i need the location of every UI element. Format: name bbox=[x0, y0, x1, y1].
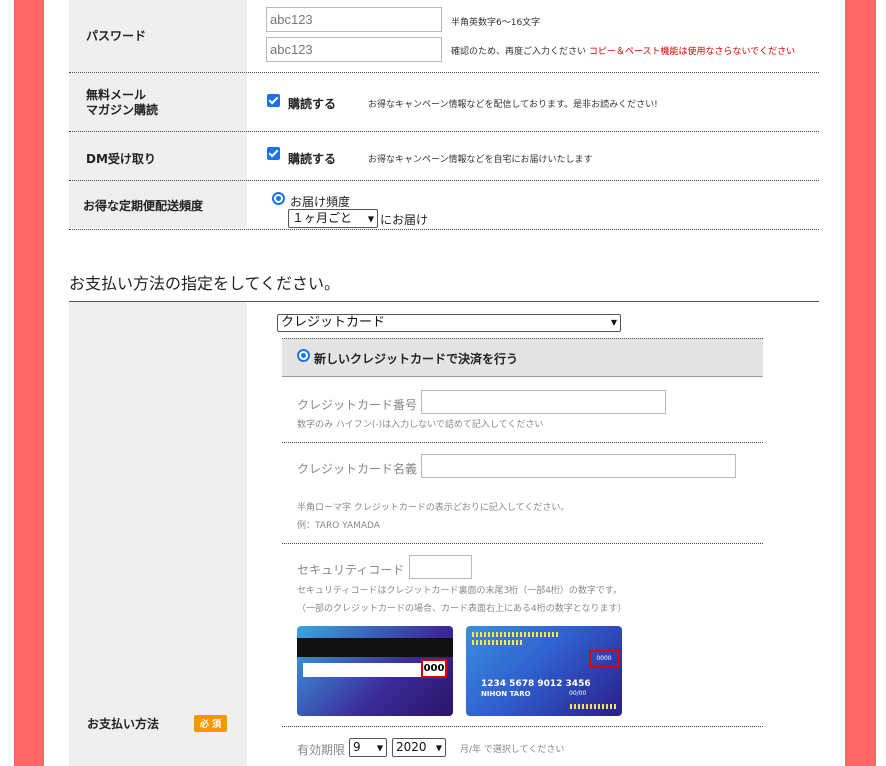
delivery-radio-label: お届け頻度 bbox=[290, 195, 351, 209]
right-border-stripe bbox=[876, 0, 886, 766]
password-confirm-field[interactable] bbox=[266, 37, 442, 62]
expiry-month-select[interactable]: 9 ▼ bbox=[349, 738, 387, 757]
delivery-frequency-select[interactable]: １ヶ月ごと ▼ bbox=[288, 209, 378, 228]
card-name-example: 例：TARO YAMADA bbox=[297, 521, 380, 531]
card-name-label: クレジットカード名義 bbox=[297, 462, 418, 476]
dm-label: DM受け取り bbox=[86, 152, 156, 166]
mailmag-checkbox-label[interactable]: 購読する bbox=[288, 95, 336, 112]
card-front-name: NIHON TARO bbox=[481, 690, 531, 698]
mailmag-note: お得なキャンペーン情報などを配信しております。是非お読みください! bbox=[368, 100, 658, 110]
chevron-down-icon: ▼ bbox=[435, 743, 442, 752]
payment-method-select[interactable]: クレジットカード ▼ bbox=[277, 314, 621, 332]
chevron-down-icon: ▼ bbox=[376, 743, 383, 752]
delivery-label: お得な定期便配送頻度 bbox=[83, 199, 204, 213]
card-back-image: 000 bbox=[297, 626, 453, 716]
card-dots bbox=[472, 640, 524, 645]
expiry-note: 月/年 で選択してください bbox=[460, 745, 565, 755]
payment-label: お支払い方法 bbox=[87, 717, 160, 731]
delivery-suffix: にお届け bbox=[380, 213, 429, 227]
card-front-image: 0000 1234 5678 9012 3456 NIHON TARO 00/0… bbox=[466, 626, 622, 716]
left-border-stripe bbox=[0, 0, 14, 766]
security-code-label: セキュリティコード bbox=[297, 563, 405, 577]
password-hint: 半角英数字6〜16文字 bbox=[451, 18, 541, 28]
delivery-frequency-radio[interactable] bbox=[272, 192, 285, 205]
expiry-year-select[interactable]: 2020 ▼ bbox=[392, 738, 446, 757]
password-label: パスワード bbox=[86, 29, 147, 43]
copy-paste-warning: コピー＆ペースト機能は使用なさらないでください bbox=[588, 47, 796, 57]
signature-panel bbox=[303, 663, 421, 677]
card-number-input[interactable] bbox=[421, 390, 666, 414]
divider bbox=[282, 726, 763, 727]
dm-checkbox-label[interactable]: 購読する bbox=[288, 150, 336, 167]
card-front-expiry: 00/00 bbox=[569, 690, 587, 697]
payment-label-cell bbox=[69, 302, 247, 766]
card-name-input[interactable] bbox=[421, 454, 736, 478]
card-front-code: 0000 bbox=[589, 650, 619, 668]
divider bbox=[282, 442, 763, 443]
card-front-number: 1234 5678 9012 3456 bbox=[481, 679, 591, 689]
payment-heading: お支払い方法の指定をしてください。 bbox=[69, 274, 341, 293]
card-back-code: 000 bbox=[421, 659, 447, 678]
card-dots bbox=[570, 704, 616, 709]
divider bbox=[282, 543, 763, 544]
mailmag-checkbox[interactable] bbox=[267, 94, 280, 107]
dm-note: お得なキャンペーン情報などを自宅にお届けいたします bbox=[368, 155, 593, 165]
dm-checkbox[interactable] bbox=[267, 147, 280, 160]
chevron-down-icon: ▼ bbox=[367, 214, 374, 223]
password-confirm-hint: 確認のため、再度ご入力ください コピー＆ペースト機能は使用なさらないでください bbox=[451, 47, 796, 57]
new-card-option-label: 新しいクレジットカードで決済を行う bbox=[314, 352, 519, 366]
card-name-note: 半角ローマ字 クレジットカードの表示どおりに記入してください。 bbox=[297, 503, 570, 513]
card-number-note: 数字のみ ハイフン(-)は入力しないで詰めて記入してください bbox=[297, 420, 544, 430]
expiry-label: 有効期限 bbox=[297, 743, 346, 757]
new-card-radio[interactable] bbox=[297, 349, 310, 362]
divider bbox=[69, 229, 819, 230]
mailmag-label: 無料メール マガジン購読 bbox=[86, 88, 159, 117]
security-code-input[interactable] bbox=[409, 555, 472, 579]
chevron-down-icon: ▼ bbox=[610, 318, 617, 327]
card-number-label: クレジットカード番号 bbox=[297, 398, 418, 412]
magnetic-stripe bbox=[297, 638, 453, 657]
card-dots bbox=[472, 632, 558, 637]
security-code-note-2: （一部のクレジットカードの場合、カード表面右上にある4桁の数字となります） bbox=[297, 604, 627, 614]
required-badge: 必 須 bbox=[194, 715, 228, 732]
security-code-note: セキュリティコードはクレジットカード裏面の末尾3桁（一部4桁）の数字です。 bbox=[297, 586, 623, 596]
password-field[interactable] bbox=[266, 7, 442, 32]
